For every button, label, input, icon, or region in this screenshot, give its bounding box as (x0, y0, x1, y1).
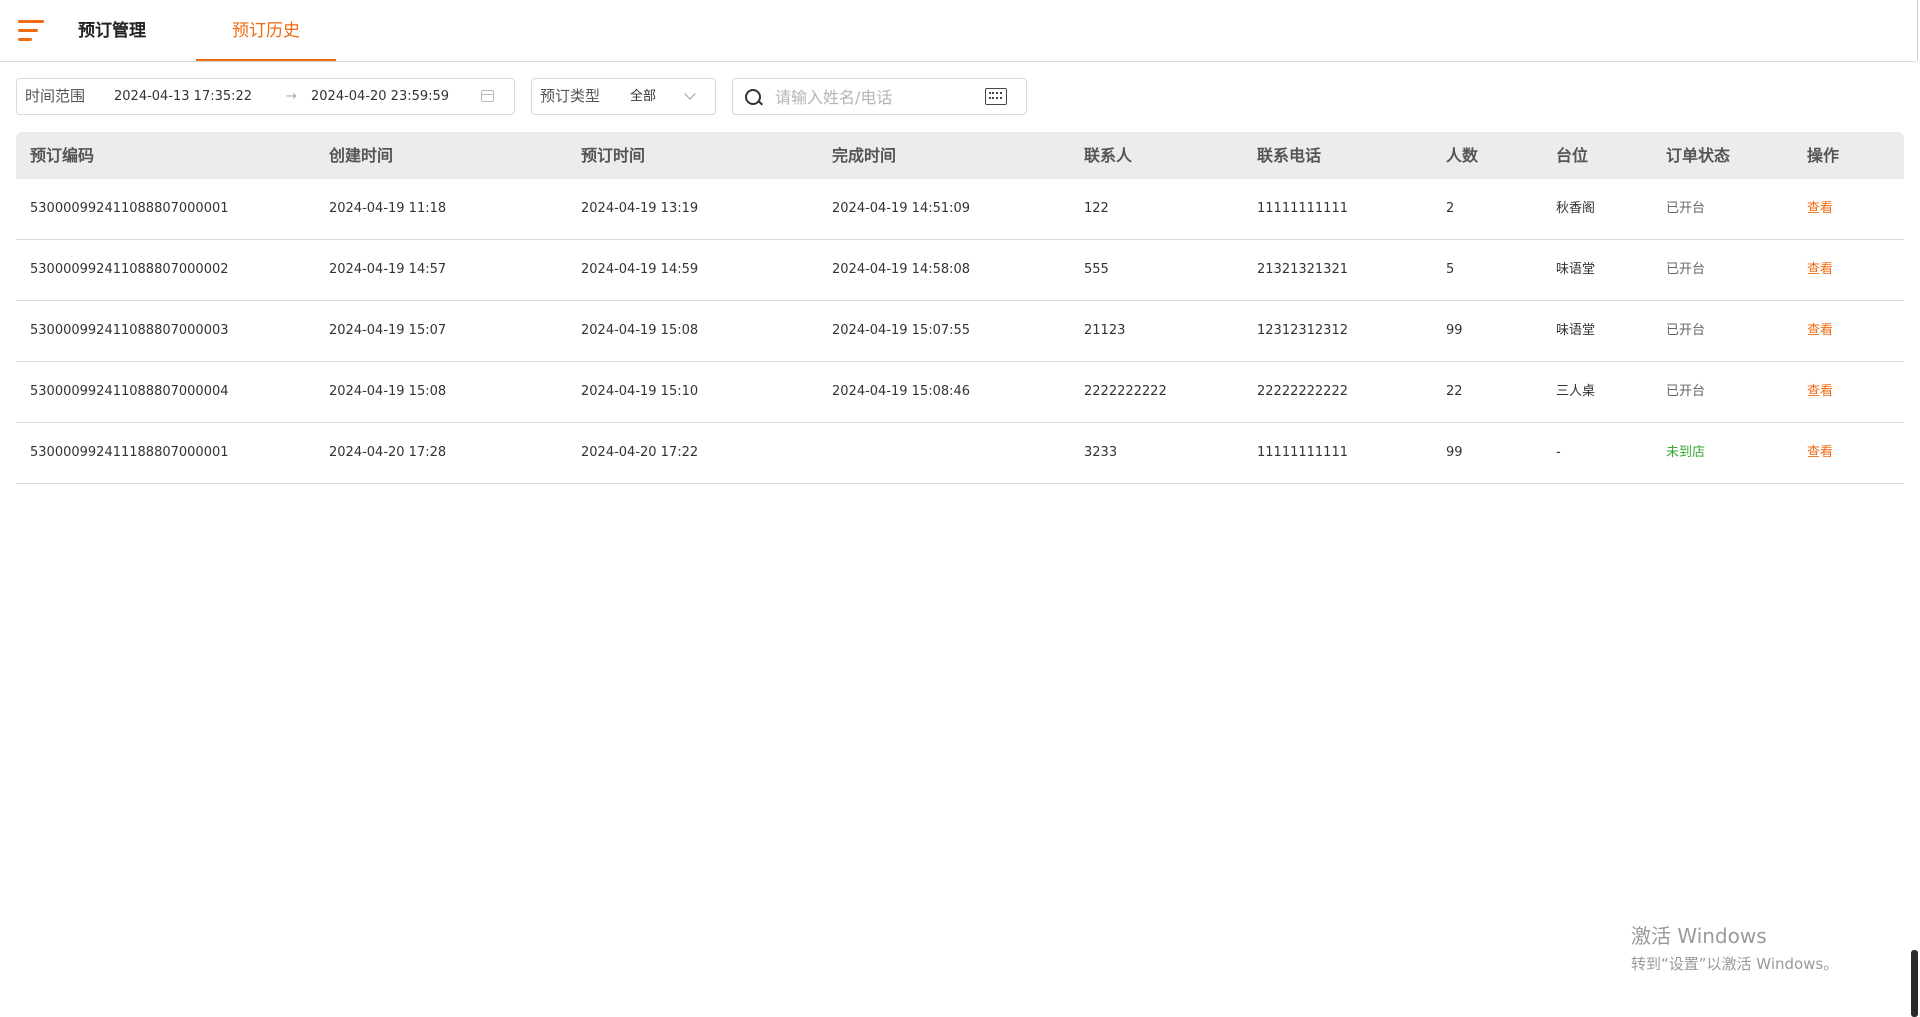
column-header: 创建时间 (329, 146, 394, 165)
view-link[interactable]: 查看 (1807, 423, 1833, 483)
cell-created: 2024-04-20 17:28 (329, 445, 447, 460)
cell-people: 99 (1446, 323, 1463, 338)
cell-code: 530000992411088807000003 (30, 323, 229, 338)
arrow-right-icon: → (286, 89, 297, 104)
cell-phone: 12312312312 (1257, 323, 1348, 338)
cell-people: 22 (1446, 384, 1463, 399)
chevron-down-icon[interactable] (684, 88, 696, 100)
column-header: 操作 (1807, 146, 1840, 165)
keyboard-icon[interactable] (985, 88, 1007, 105)
column-header: 人数 (1446, 146, 1479, 165)
column-header: 联系电话 (1257, 146, 1322, 165)
cell-table: 味语堂 (1556, 323, 1596, 338)
status-badge: 已开台 (1666, 201, 1706, 216)
cell-table: 秋香阁 (1556, 201, 1596, 216)
status-badge: 已开台 (1666, 384, 1706, 399)
cell-phone: 22222222222 (1257, 384, 1348, 399)
cell-created: 2024-04-19 11:18 (329, 201, 447, 216)
cell-completed: 2024-04-19 15:07:55 (832, 323, 971, 338)
search-icon (745, 89, 761, 105)
column-header: 完成时间 (832, 146, 897, 165)
view-link[interactable]: 查看 (1807, 362, 1833, 422)
cell-created: 2024-04-19 15:07 (329, 323, 447, 338)
table-row: 530000992411088807000003 2024-04-19 15:0… (16, 301, 1904, 362)
cell-completed: 2024-04-19 14:51:09 (832, 201, 971, 216)
column-header: 台位 (1556, 146, 1589, 165)
calendar-icon[interactable] (481, 90, 494, 102)
cell-completed: 2024-04-19 14:58:08 (832, 262, 971, 277)
cell-code: 530000992411188807000001 (30, 445, 229, 460)
cell-reserved: 2024-04-20 17:22 (581, 445, 699, 460)
search-box[interactable] (732, 78, 1027, 115)
cell-completed: 2024-04-19 15:08:46 (832, 384, 971, 399)
cell-phone: 11111111111 (1257, 201, 1348, 216)
cell-created: 2024-04-19 15:08 (329, 384, 447, 399)
column-header: 联系人 (1084, 146, 1133, 165)
cell-code: 530000992411088807000004 (30, 384, 229, 399)
type-label: 预订类型 (540, 87, 601, 105)
cell-code: 530000992411088807000001 (30, 201, 229, 216)
reservation-history-table: 预订编码 创建时间 预订时间 完成时间 联系人 联系电话 人数 台位 订单状态 … (16, 132, 1904, 484)
status-badge: 已开台 (1666, 323, 1706, 338)
cell-table: 味语堂 (1556, 262, 1596, 277)
search-input[interactable] (773, 81, 977, 114)
cell-code: 530000992411088807000002 (30, 262, 229, 277)
cell-contact: 21123 (1084, 323, 1126, 338)
column-header: 预订时间 (581, 146, 646, 165)
cell-table: - (1556, 445, 1561, 460)
cell-contact: 555 (1084, 262, 1109, 277)
tab-reservation-history[interactable]: 预订历史 (196, 0, 336, 61)
cell-reserved: 2024-04-19 15:10 (581, 384, 699, 399)
divider (1917, 0, 1918, 61)
cell-created: 2024-04-19 14:57 (329, 262, 447, 277)
date-start-value[interactable]: 2024-04-13 17:35:22 (114, 79, 252, 114)
cell-people: 5 (1446, 262, 1455, 277)
menu-icon[interactable] (18, 20, 44, 42)
date-range-picker[interactable]: 时间范围 2024-04-13 17:35:22 → 2024-04-20 23… (16, 78, 515, 115)
view-link[interactable]: 查看 (1807, 240, 1833, 300)
table-header: 预订编码 创建时间 预订时间 完成时间 联系人 联系电话 人数 台位 订单状态 … (16, 132, 1904, 179)
cell-phone: 11111111111 (1257, 445, 1348, 460)
cell-contact: 122 (1084, 201, 1109, 216)
reservation-type-select[interactable]: 预订类型 全部 (531, 78, 716, 115)
cell-contact: 2222222222 (1084, 384, 1167, 399)
table-row: 530000992411088807000004 2024-04-19 15:0… (16, 362, 1904, 423)
windows-activation-watermark: 激活 Windows 转到“设置”以激活 Windows。 (1631, 920, 1838, 974)
cell-phone: 21321321321 (1257, 262, 1348, 277)
table-row: 530000992411088807000001 2024-04-19 11:1… (16, 179, 1904, 240)
table-row: 530000992411088807000002 2024-04-19 14:5… (16, 240, 1904, 301)
top-bar: 预订管理 预订历史 (0, 0, 1916, 62)
cell-people: 99 (1446, 445, 1463, 460)
column-header: 预订编码 (30, 146, 95, 165)
status-badge: 未到店 (1666, 445, 1706, 460)
table-row: 530000992411188807000001 2024-04-20 17:2… (16, 423, 1904, 484)
cell-table: 三人桌 (1556, 384, 1596, 399)
date-range-label: 时间范围 (25, 87, 86, 105)
status-badge: 已开台 (1666, 262, 1706, 277)
cell-contact: 3233 (1084, 445, 1118, 460)
date-end-value[interactable]: 2024-04-20 23:59:59 (311, 79, 449, 114)
cell-reserved: 2024-04-19 14:59 (581, 262, 699, 277)
watermark-subtitle: 转到“设置”以激活 Windows。 (1631, 955, 1839, 973)
cell-reserved: 2024-04-19 15:08 (581, 323, 699, 338)
column-header: 订单状态 (1666, 146, 1731, 165)
type-selected-value[interactable]: 全部 (630, 79, 656, 114)
cell-people: 2 (1446, 201, 1455, 216)
view-link[interactable]: 查看 (1807, 301, 1833, 361)
scrollbar[interactable] (1911, 950, 1918, 1017)
cell-reserved: 2024-04-19 13:19 (581, 201, 699, 216)
view-link[interactable]: 查看 (1807, 179, 1833, 239)
watermark-title: 激活 Windows (1631, 924, 1767, 948)
